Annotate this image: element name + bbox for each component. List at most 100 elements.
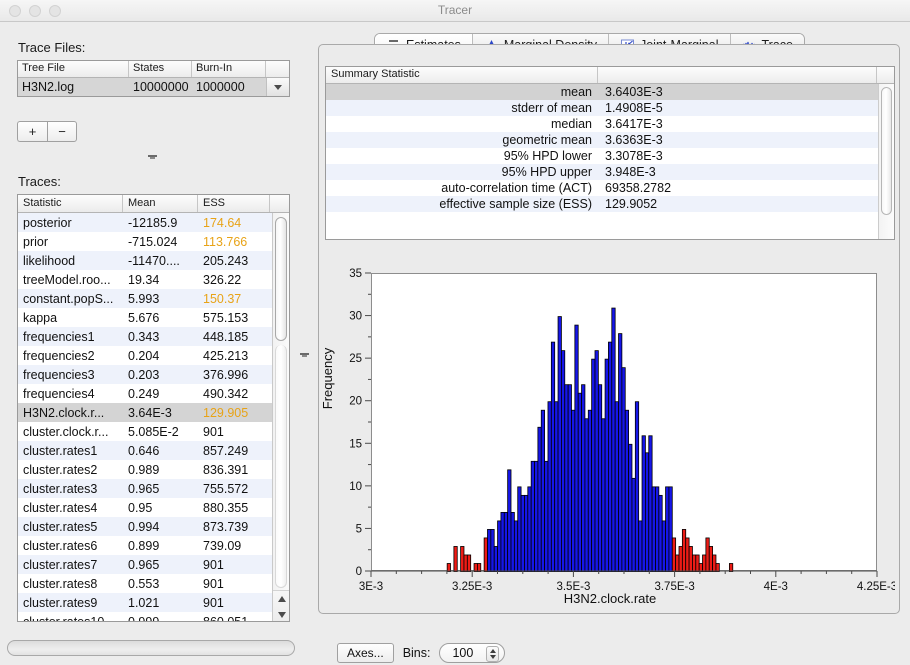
histogram-bar [702,554,707,572]
table-row[interactable]: median 3.6417E-3 [326,116,894,132]
y-axis-tick-label: 20 [349,396,362,408]
traces-col-statistic[interactable]: Statistic [18,195,123,212]
table-row[interactable]: 95% HPD upper 3.948E-3 [326,164,894,180]
table-row[interactable]: treeModel.roo... 19.34 326.22 [18,270,289,289]
summary-col-value[interactable] [598,67,877,83]
summary-stat-value: 69358.2782 [605,181,672,195]
histogram-bar [675,554,680,572]
table-row[interactable]: H3N2.clock.r... 3.64E-3 129.905 [18,403,289,422]
table-row[interactable]: frequencies2 0.204 425.213 [18,346,289,365]
table-row[interactable]: stderr of mean 1.4908E-5 [326,100,894,116]
traces-vertical-scrollbar[interactable] [272,213,289,621]
histogram-bar [671,537,677,572]
trace-ess-value: 901 [203,576,224,591]
table-row[interactable]: prior -715.024 113.766 [18,232,289,251]
table-row[interactable]: frequencies4 0.249 490.342 [18,384,289,403]
table-row[interactable]: constant.popS... 5.993 150.37 [18,289,289,308]
bins-value[interactable]: 100 [440,646,473,660]
table-row[interactable]: likelihood -11470.... 205.243 [18,251,289,270]
histogram-bar [634,401,640,572]
table-row[interactable]: effective sample size (ESS) 129.9052 [326,196,894,212]
table-row[interactable]: cluster.rates6 0.899 739.09 [18,536,289,555]
table-row[interactable]: cluster.rates1 0.646 857.249 [18,441,289,460]
trace-mean-value: 0.553 [128,576,160,591]
traces-scroll-down-button[interactable] [273,607,289,621]
histogram-bar [561,350,566,572]
table-row[interactable]: cluster.rates7 0.965 901 [18,555,289,574]
table-row[interactable]: 95% HPD lower 3.3078E-3 [326,148,894,164]
table-row[interactable]: frequencies1 0.343 448.185 [18,327,289,346]
bins-stepper[interactable]: 100 [439,643,506,663]
plot-frame [371,273,877,572]
remove-trace-file-button[interactable]: − [47,121,77,142]
summary-stat-value: 129.9052 [605,197,658,211]
traces-col-ess[interactable]: ESS [198,195,270,212]
traces-label: Traces: [18,174,61,189]
y-axis-tick-label: 5 [356,523,362,535]
histogram-bar [554,401,559,572]
collapse-handle-trace-files[interactable] [148,155,157,161]
split-divider-handle-left[interactable] [300,353,309,359]
bins-stepper-arrows[interactable] [486,646,500,662]
trace-files-col-states[interactable]: States [129,61,192,77]
trace-ess-value: 205.243 [203,253,249,268]
traces-col-mean[interactable]: Mean [123,195,198,212]
table-row[interactable]: H3N2.log 10000000 1000000 [18,78,289,96]
trace-ess-value: 836.391 [203,462,249,477]
summary-scrollbar-thumb[interactable] [881,87,892,215]
table-row[interactable]: mean 3.6403E-3 [326,84,894,100]
summary-col-statistic[interactable]: Summary Statistic [326,67,598,83]
trace-statistic-name: cluster.rates3 [23,481,98,496]
table-row[interactable]: posterior -12185.9 174.64 [18,213,289,232]
trace-ess-value: 860.051 [203,614,249,622]
window-right-gutter [900,22,910,649]
table-row[interactable]: cluster.rates8 0.553 901 [18,574,289,593]
trace-files-col-burnin[interactable]: Burn-In [192,61,266,77]
table-row[interactable]: cluster.rates2 0.989 836.391 [18,460,289,479]
left-horizontal-scrollbar[interactable] [7,640,295,656]
trace-statistic-name: cluster.rates4 [23,500,98,515]
table-row[interactable]: cluster.clock.r... 5.085E-2 901 [18,422,289,441]
table-row[interactable]: frequencies3 0.203 376.996 [18,365,289,384]
histogram-bar [705,537,710,572]
traces-scrollbar-thumb[interactable] [275,217,287,341]
histogram-bar [608,341,613,572]
traces-table[interactable]: Statistic Mean ESS posterior -12185.9 174.… [17,194,290,622]
axes-button[interactable]: Axes... [337,643,394,663]
table-row[interactable]: cluster.rates9 1.021 901 [18,593,289,612]
trace-statistic-name: cluster.rates6 [23,538,98,553]
summary-stat-label: 95% HPD lower [503,149,592,163]
histogram-bar [534,460,539,572]
table-row[interactable]: cluster.rates4 0.95 880.355 [18,498,289,517]
trace-files-col-tree-file[interactable]: Tree File [18,61,129,77]
trace-ess-value: 575.153 [203,310,249,325]
histogram-bar [530,460,535,572]
stepper-down-icon[interactable] [489,655,496,659]
histogram-bar [665,486,670,572]
traces-scrollbar-track[interactable] [275,345,287,588]
histogram-bar [648,435,653,572]
table-row[interactable]: cluster.rates10 0.999 860.051 [18,612,289,622]
trace-mean-value: -11470.... [128,253,180,268]
trace-files-scroll-down-button[interactable] [266,78,289,96]
chart-controls: Axes... Bins: 100 [321,641,903,665]
add-trace-file-button[interactable]: + [17,121,47,142]
histogram-bar [587,409,593,572]
stepper-up-icon[interactable] [489,649,496,653]
table-row[interactable]: cluster.rates5 0.994 873.739 [18,517,289,536]
trace-files-table[interactable]: Tree File States Burn-In H3N2.log 100000… [17,60,290,97]
trace-ess-value: 755.572 [203,481,249,496]
histogram-bar [557,316,562,572]
trace-statistic-name: cluster.rates2 [23,462,98,477]
histogram-bar [614,401,619,572]
table-row[interactable]: cluster.rates3 0.965 755.572 [18,479,289,498]
traces-scroll-up-button[interactable] [273,591,289,607]
summary-vertical-scrollbar[interactable] [878,84,894,239]
table-row[interactable]: kappa 5.676 575.153 [18,308,289,327]
histogram-bar [641,435,646,572]
summary-statistics-table[interactable]: Summary Statistic mean 3.6403E-3 stderr of… [325,66,895,240]
trace-mean-value: 0.965 [128,481,160,496]
table-row[interactable]: geometric mean 3.6363E-3 [326,132,894,148]
traces-scrollbar-arrows [273,590,289,621]
table-row[interactable]: auto-correlation time (ACT) 69358.2782 [326,180,894,196]
